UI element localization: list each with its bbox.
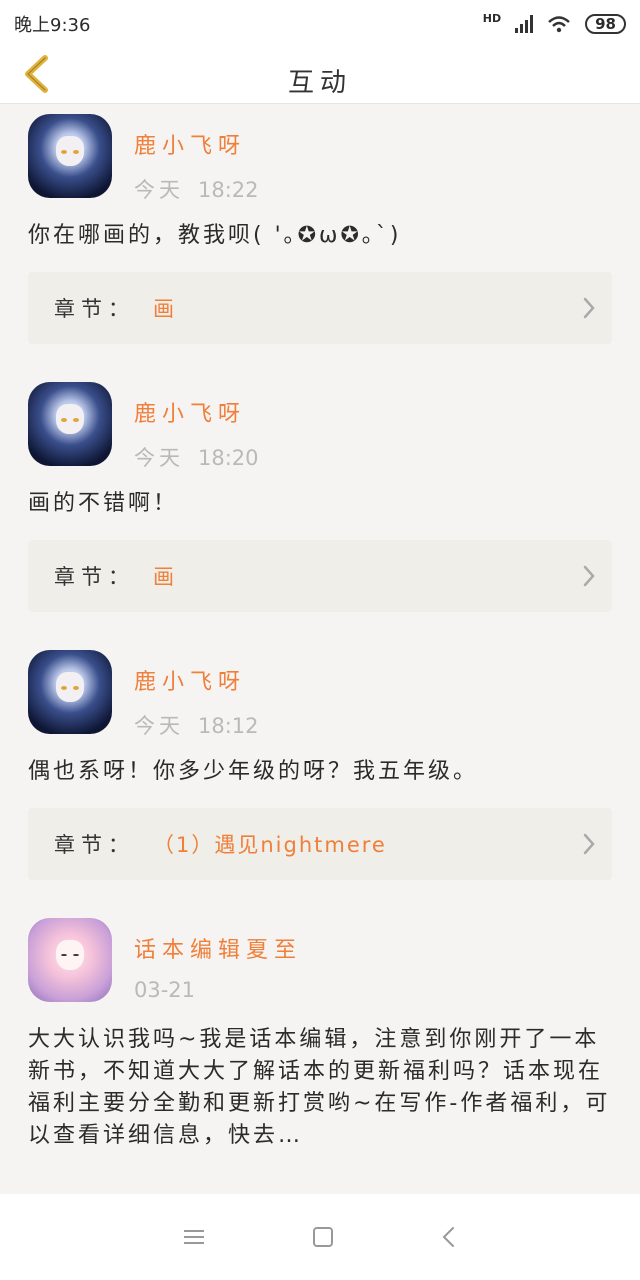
chapter-name: （1）遇见nightmere (153, 833, 387, 857)
timestamp-day: 今天 (134, 714, 184, 738)
timestamp-day: 今天 (134, 446, 184, 470)
chevron-right-icon (583, 833, 595, 855)
user-name[interactable]: 话本编辑夏至 (134, 932, 302, 964)
timestamp: 今天 18:12 (134, 710, 259, 740)
chapter-link[interactable]: 章节： （1）遇见nightmere (28, 808, 612, 880)
item-header: 话本编辑夏至 03-21 (28, 918, 612, 1010)
chapter-name: 画 (153, 297, 176, 321)
header: 互动 (0, 48, 640, 104)
interaction-list[interactable]: 鹿小飞呀 今天 18:22 你在哪画的，教我呗( '｡✪ω✪｡`) 章节： 画 鹿… (0, 104, 640, 1194)
user-name[interactable]: 鹿小飞呀 (134, 396, 259, 428)
status-time: 晚上9:36 (14, 15, 91, 36)
list-item[interactable]: 鹿小飞呀 今天 18:22 你在哪画的，教我呗( '｡✪ω✪｡`) 章节： 画 (0, 104, 640, 372)
system-nav-bar (0, 1194, 640, 1280)
list-item[interactable]: 鹿小飞呀 今天 18:20 画的不错啊！ 章节： 画 (0, 372, 640, 640)
battery-indicator: 98 (585, 14, 626, 34)
status-bar: 晚上9:36 HD 98 (0, 0, 640, 48)
square-icon[interactable] (312, 1226, 334, 1248)
chevron-left-icon (25, 55, 48, 93)
back-button[interactable] (16, 50, 56, 98)
comment-text: 偶也系呀！你多少年级的呀？我五年级。 (28, 759, 479, 784)
chevron-right-icon (583, 297, 595, 319)
timestamp-time: 18:22 (198, 178, 259, 202)
item-meta: 鹿小飞呀 今天 18:12 (134, 650, 259, 740)
timestamp-time: 03-21 (134, 978, 196, 1002)
timestamp: 今天 18:22 (134, 174, 259, 204)
user-name[interactable]: 鹿小飞呀 (134, 664, 259, 696)
status-icons: HD 98 (482, 11, 626, 34)
menu-icon[interactable] (183, 1228, 205, 1246)
list-item[interactable]: 话本编辑夏至 03-21 大大认识我吗~我是话本编辑，注意到你刚开了一本新书，不… (0, 908, 640, 1152)
timestamp-day: 今天 (134, 178, 184, 202)
comment-text: 画的不错啊！ (28, 491, 179, 516)
timestamp-time: 18:20 (198, 446, 259, 470)
network-type-label: HD (482, 11, 502, 25)
timestamp: 03-21 (134, 978, 302, 1002)
avatar[interactable] (28, 650, 112, 734)
item-meta: 话本编辑夏至 03-21 (134, 918, 302, 1002)
triangle-left-icon[interactable] (441, 1226, 457, 1248)
item-header: 鹿小飞呀 今天 18:22 (28, 114, 612, 206)
chapter-label: 章节： (54, 565, 135, 589)
timestamp-time: 18:12 (198, 714, 259, 738)
item-header: 鹿小飞呀 今天 18:12 (28, 650, 612, 742)
avatar[interactable] (28, 382, 112, 466)
chapter-label: 章节： (54, 297, 135, 321)
wifi-icon (548, 16, 570, 33)
timestamp: 今天 18:20 (134, 442, 259, 472)
user-name[interactable]: 鹿小飞呀 (134, 128, 259, 160)
list-item[interactable]: 鹿小飞呀 今天 18:12 偶也系呀！你多少年级的呀？我五年级。 章节： （1）遇… (0, 640, 640, 908)
item-meta: 鹿小飞呀 今天 18:20 (134, 382, 259, 472)
signal-icon (515, 15, 534, 33)
chapter-label: 章节： (54, 833, 135, 857)
comment-text: 你在哪画的，教我呗( '｡✪ω✪｡`) (28, 223, 402, 248)
chapter-link[interactable]: 章节： 画 (28, 540, 612, 612)
comment-text: 大大认识我吗~我是话本编辑，注意到你刚开了一本新书，不知道大大了解话本的更新福利… (28, 1027, 611, 1148)
avatar[interactable] (28, 918, 112, 1002)
page-title: 互动 (287, 68, 352, 98)
item-meta: 鹿小飞呀 今天 18:22 (134, 114, 259, 204)
item-header: 鹿小飞呀 今天 18:20 (28, 382, 612, 474)
chevron-right-icon (583, 565, 595, 587)
chapter-name: 画 (153, 565, 176, 589)
avatar[interactable] (28, 114, 112, 198)
chapter-link[interactable]: 章节： 画 (28, 272, 612, 344)
